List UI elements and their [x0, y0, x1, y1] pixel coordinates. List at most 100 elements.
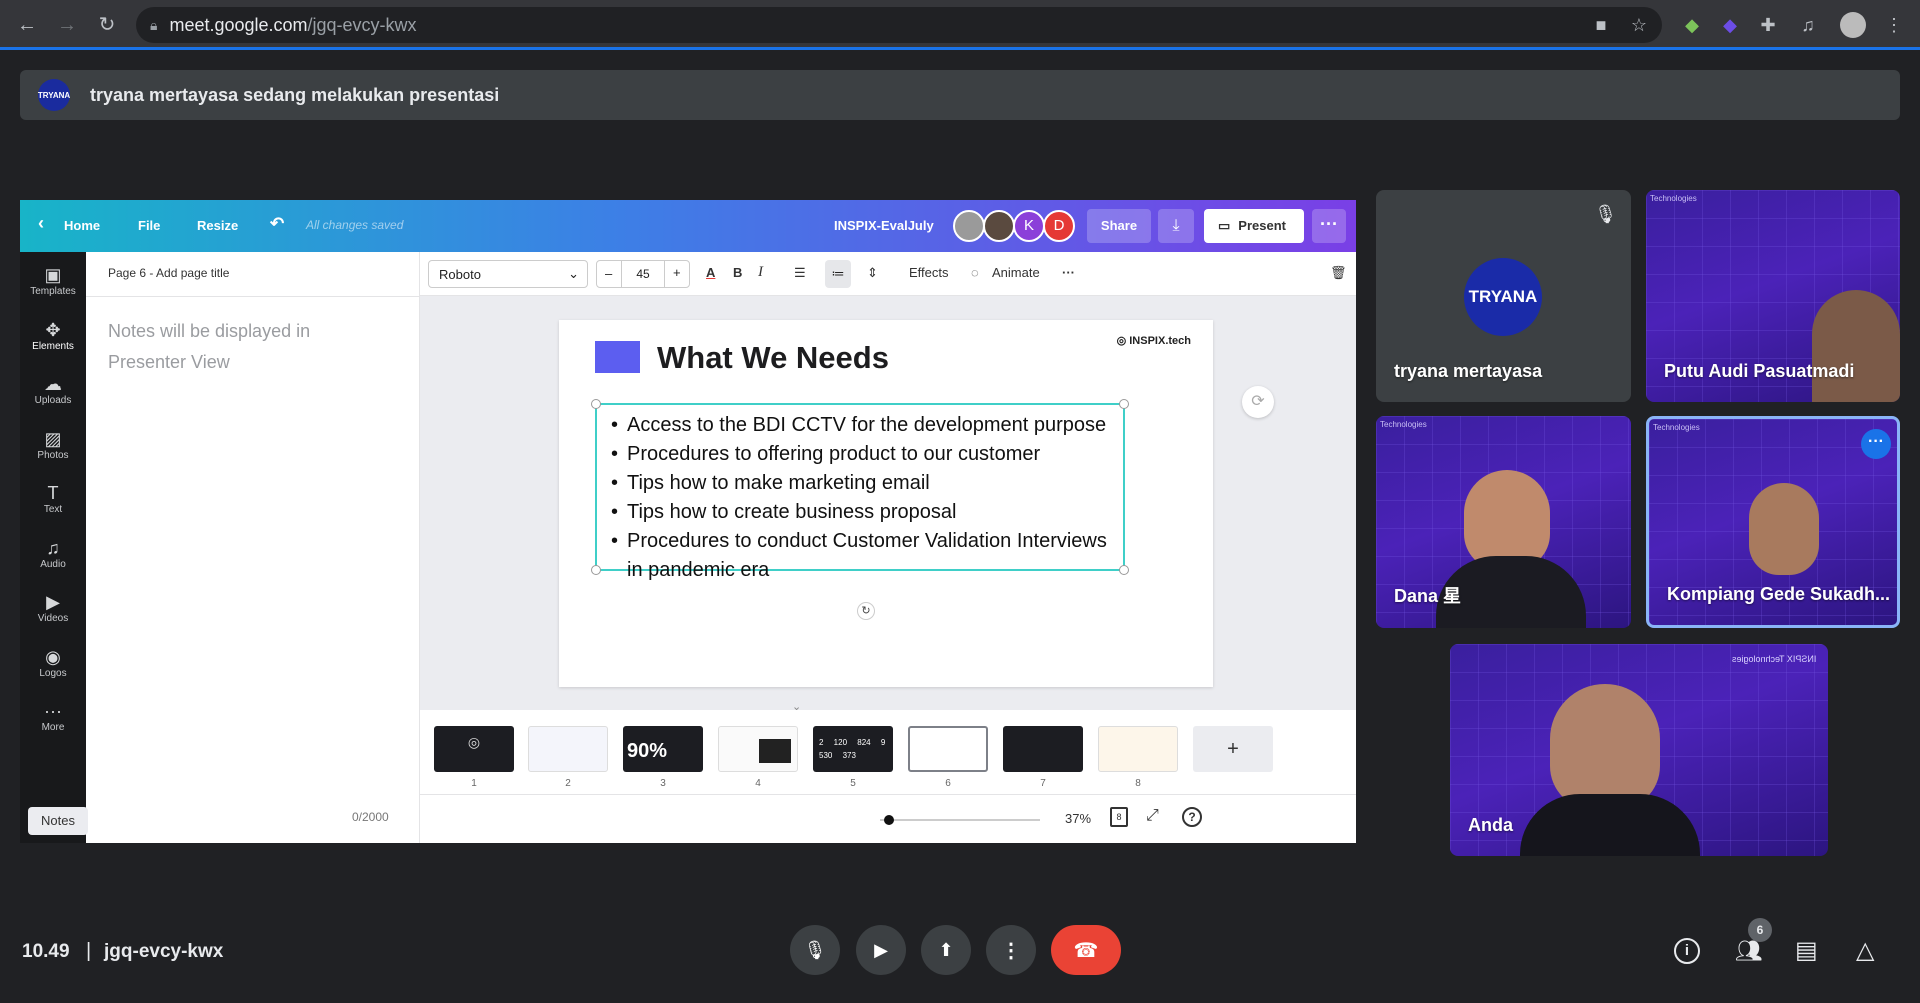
effects-button[interactable]: Effects [909, 265, 949, 280]
thumbnail-page-3[interactable]: 90% [623, 726, 703, 772]
more-options-icon[interactable]: ··· [1062, 265, 1075, 280]
resize-handle[interactable] [591, 399, 601, 409]
present-button[interactable]: ▭ Present [1204, 209, 1304, 243]
bookmark-star-icon[interactable]: ☆ [1627, 13, 1651, 37]
participant-tile-dana[interactable]: Technologies Dana 星 [1376, 416, 1631, 628]
download-icon[interactable]: ⤓ [1158, 209, 1194, 243]
end-call-button[interactable]: ☎ [1051, 925, 1121, 975]
animate-button[interactable]: Animate [992, 265, 1040, 280]
refresh-icon[interactable]: ⟳ [1242, 386, 1274, 418]
presenting-banner: TRYANA tryana mertayasa sedang melakukan… [20, 70, 1900, 120]
back-icon[interactable]: ← [16, 14, 38, 36]
media-control-icon[interactable]: ♫ [1796, 13, 1820, 37]
thumbnail-page-1[interactable]: ◎ [434, 726, 514, 772]
thumbnail-page-2[interactable] [528, 726, 608, 772]
increase-size-button[interactable]: + [673, 265, 681, 280]
collaborator-avatar-k[interactable]: K [1013, 210, 1045, 242]
resize-handle[interactable] [591, 565, 601, 575]
extension-icon[interactable]: ◆ [1680, 13, 1704, 37]
document-title[interactable]: INSPIX-EvalJuly [834, 218, 934, 233]
sidebar-item-uploads[interactable]: ☁ Uploads [20, 373, 86, 406]
sidebar-item-elements[interactable]: ✥ Elements [20, 319, 86, 352]
more-options-button[interactable]: ⋮ [986, 925, 1036, 975]
participant-tile-self[interactable]: INSPIX Technologies Anda [1450, 644, 1828, 856]
share-button[interactable]: Share [1087, 209, 1151, 243]
forward-icon[interactable]: → [56, 14, 78, 36]
text-color-icon[interactable]: A [706, 265, 715, 280]
canva-editor: Roboto ⌄ – 45 + A B I ☰ ≔ ⇕ Effects ◌ Ani… [28, 252, 1356, 843]
collaborator-avatar-d[interactable]: D [1043, 210, 1075, 242]
thumbnail-page-7[interactable] [1003, 726, 1083, 772]
extensions-puzzle-icon[interactable]: ✚ [1756, 13, 1780, 37]
chevron-left-icon[interactable]: ‹ [38, 213, 44, 234]
italic-icon[interactable]: I [758, 264, 763, 281]
participant-tile-putu[interactable]: Technologies Putu Audi Pasuatmadi [1646, 190, 1900, 402]
zoom-slider-track[interactable] [880, 819, 1040, 821]
participant-tile-tryana[interactable]: 🎙︎ TRYANA tryana mertayasa [1376, 190, 1631, 402]
camera-button[interactable]: ▶ [856, 925, 906, 975]
sidebar-item-templates[interactable]: ▣ Templates [20, 264, 86, 297]
browser-toolbar: ← → ↻ 🔒︎ meet.google.com/jgq-evcy-kwx ■ … [0, 0, 1920, 50]
thumbnail-page-6[interactable] [908, 726, 988, 772]
sidebar-item-photos[interactable]: ▨ Photos [20, 428, 86, 461]
notes-textarea[interactable]: Notes will be displayed in Presenter Vie… [108, 316, 338, 378]
thumbnail-page-4[interactable] [718, 726, 798, 772]
resize-handle[interactable] [1119, 565, 1129, 575]
more-options-icon[interactable]: ··· [1312, 209, 1346, 243]
sidebar-item-videos[interactable]: ▶ Videos [20, 591, 86, 624]
bullet-textbox[interactable]: Access to the BDI CCTV for the developme… [591, 399, 1129, 581]
trash-icon[interactable]: 🗑︎ [1330, 265, 1347, 281]
bullet-list-icon[interactable]: ≔ [825, 260, 851, 288]
participant-tile-kompiang[interactable]: Technologies ··· Kompiang Gede Sukadh... [1646, 416, 1900, 628]
browser-menu-icon[interactable]: ⋮ [1882, 13, 1906, 37]
file-menu[interactable]: File [138, 218, 160, 233]
rotate-handle-icon[interactable]: ↻ [857, 602, 875, 620]
bold-icon[interactable]: B [733, 265, 742, 280]
align-left-icon[interactable]: ☰ [794, 265, 806, 281]
font-size-stepper[interactable]: – 45 + [596, 260, 690, 288]
participant-video [1550, 684, 1660, 810]
thumbnail-page-5[interactable]: 2 120 824 9 530 373 [813, 726, 893, 772]
activities-icon[interactable]: △ [1856, 936, 1874, 965]
collaborator-avatar[interactable] [953, 210, 985, 242]
page-title-input[interactable]: Page 6 - Add page title [108, 266, 229, 280]
page-count-icon[interactable]: 8 [1110, 807, 1128, 827]
text-toolbar: Roboto ⌄ – 45 + A B I ☰ ≔ ⇕ Effects ◌ Ani… [420, 252, 1356, 296]
resize-handle[interactable] [1119, 399, 1129, 409]
zoom-level[interactable]: 37% [1065, 811, 1091, 826]
undo-icon[interactable]: ↶ [270, 214, 284, 234]
info-icon[interactable]: i [1674, 938, 1700, 964]
thumbnail-page-8[interactable] [1098, 726, 1178, 772]
notes-tab[interactable]: Notes [28, 807, 88, 835]
font-dropdown[interactable]: Roboto ⌄ [428, 260, 588, 288]
slide-canvas[interactable]: What We Needs ◎ INSPIX.tech Access to th… [559, 320, 1213, 687]
fullscreen-icon[interactable]: ⤢ [1146, 807, 1159, 825]
add-page-button[interactable]: + [1193, 726, 1273, 772]
meeting-code[interactable]: jgq-evcy-kwx [104, 941, 223, 963]
reload-icon[interactable]: ↻ [96, 14, 118, 36]
home-button[interactable]: Home [64, 218, 100, 233]
slide-title[interactable]: What We Needs [657, 340, 889, 376]
help-icon[interactable]: ? [1182, 807, 1202, 827]
collaborator-avatar[interactable] [983, 210, 1015, 242]
font-size-value[interactable]: 45 [621, 261, 665, 287]
extension-icon[interactable]: ◆ [1718, 13, 1742, 37]
chat-icon[interactable]: ▤ [1795, 936, 1818, 965]
chevron-down-icon: ⌄ [568, 266, 579, 281]
camera-indicator-icon[interactable]: ■ [1589, 13, 1613, 37]
resize-menu[interactable]: Resize [197, 218, 238, 233]
sidebar-item-more[interactable]: ··· More [20, 700, 86, 733]
microphone-button[interactable]: 🎙︎ [790, 925, 840, 975]
title-square-shape[interactable] [595, 341, 640, 373]
animate-icon[interactable]: ◌ [971, 265, 979, 280]
decrease-size-button[interactable]: – [605, 266, 612, 281]
sidebar-item-audio[interactable]: ♫ Audio [20, 537, 86, 570]
spacing-icon[interactable]: ⇕ [867, 265, 878, 281]
address-bar[interactable]: 🔒︎ meet.google.com/jgq-evcy-kwx [136, 7, 1662, 43]
more-options-icon[interactable]: ··· [1861, 429, 1891, 459]
profile-avatar[interactable] [1840, 12, 1866, 38]
zoom-slider-thumb[interactable] [884, 815, 894, 825]
sidebar-item-logos[interactable]: ◉ Logos [20, 646, 86, 679]
sidebar-item-text[interactable]: T Text [20, 482, 86, 515]
present-screen-button[interactable]: ⬆ [921, 925, 971, 975]
